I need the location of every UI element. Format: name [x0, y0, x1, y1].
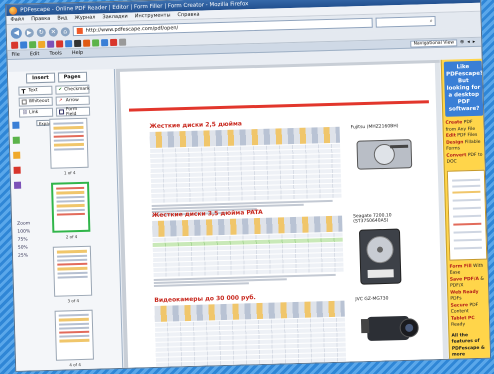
- menu-help[interactable]: Help: [72, 50, 84, 56]
- menu-item[interactable]: Закладки: [102, 14, 127, 21]
- view-select[interactable]: Navigational View: [410, 38, 458, 48]
- forward-icon[interactable]: ▶: [24, 27, 34, 37]
- bookmark-icon[interactable]: [101, 39, 109, 47]
- bookmark-icon[interactable]: [56, 40, 64, 48]
- menu-item[interactable]: Справка: [177, 12, 199, 19]
- menu-item[interactable]: Правка: [31, 16, 50, 23]
- menu-item[interactable]: Журнал: [74, 14, 95, 21]
- text-tool-icon: T: [21, 88, 26, 96]
- product-caption: Seagate 7200.10 (ST3750640AS): [353, 213, 392, 225]
- text-tool-button[interactable]: T Text: [18, 85, 53, 96]
- stop-icon[interactable]: ✕: [48, 27, 58, 37]
- spec-table: [149, 126, 342, 203]
- tool-label: Whiteout: [28, 98, 50, 105]
- menu-item[interactable]: Файл: [10, 16, 24, 22]
- menu-item[interactable]: Инструменты: [135, 12, 171, 19]
- try-it-now-button[interactable]: Try It Now!: [452, 362, 491, 372]
- tool-label: Form Field: [65, 106, 78, 117]
- ad-feature-list: Create PDF from Any File Edit PDF Files …: [445, 119, 483, 165]
- link-tool-button[interactable]: ⛓ Link: [18, 107, 54, 118]
- attachments-icon[interactable]: [12, 151, 20, 159]
- menu-tools[interactable]: Tools: [49, 50, 61, 56]
- pdf-viewer[interactable]: Жесткие диски 2,5 дюйма Fujitsu (MHZ2160…: [115, 59, 449, 372]
- site-favicon: [76, 27, 83, 35]
- whiteout-icon: [21, 99, 27, 105]
- bookmark-icon[interactable]: [38, 40, 46, 49]
- form-field-icon: [58, 109, 65, 115]
- whiteout-tool-button[interactable]: Whiteout: [18, 96, 53, 107]
- search-field[interactable]: ⌕: [375, 15, 436, 28]
- page-thumbnail[interactable]: [49, 117, 89, 169]
- page-thumbnail[interactable]: [52, 245, 93, 297]
- spec-table: [152, 215, 344, 277]
- bookmark-icon[interactable]: [74, 39, 82, 48]
- arrow-icon: ↗: [58, 98, 63, 104]
- spec-table: [154, 300, 347, 372]
- comments-icon[interactable]: [13, 166, 21, 174]
- bookmark-icon[interactable]: [29, 41, 37, 49]
- browser-window: PDFescape - Online PDF Reader | Editor |…: [5, 0, 492, 372]
- tool-label: Checkmark: [64, 86, 90, 93]
- thumbnail-label: 1 of 4: [63, 170, 76, 176]
- bookmark-icon[interactable]: [110, 38, 118, 47]
- bookmark-icon[interactable]: [47, 40, 55, 48]
- arrow-tool-button[interactable]: ↗ Arrow: [55, 95, 90, 106]
- bookmark-icon[interactable]: [20, 41, 28, 49]
- form-field-tool-button[interactable]: Form Field: [55, 106, 91, 117]
- camcorder-image: [360, 315, 419, 341]
- reload-icon[interactable]: ↻: [36, 27, 46, 37]
- tab-insert[interactable]: Insert: [25, 72, 55, 84]
- url-text: http://www.pdfescape.com/pdf/open/: [85, 25, 179, 34]
- bookmarks-icon[interactable]: [12, 136, 20, 144]
- bookmark-icon[interactable]: [92, 39, 100, 47]
- thumbnail-label: 4 of 4: [69, 362, 81, 368]
- layers-icon[interactable]: [13, 181, 21, 189]
- pages-icon[interactable]: [11, 121, 19, 129]
- firefox-icon: [9, 6, 18, 15]
- zoom-icon[interactable]: ⊕: [460, 39, 464, 45]
- checkmark-tool-button[interactable]: ✔ Checkmark: [55, 84, 90, 95]
- page-prev-icon[interactable]: ◂: [467, 39, 470, 45]
- page-thumbnails: 1 of 4 2 of 4 3 of 4 4 of 4: [49, 117, 94, 368]
- link-icon: ⛓: [21, 110, 28, 116]
- search-icon: ⌕: [429, 18, 433, 25]
- zoom-label: Zoom: [17, 221, 31, 227]
- zoom-list: Zoom 100% 75% 50% 25%: [17, 221, 31, 258]
- zoom-option[interactable]: 25%: [18, 253, 31, 258]
- bookmark-icon[interactable]: [65, 40, 73, 48]
- tool-label: Text: [28, 88, 38, 94]
- back-icon[interactable]: ◀: [10, 27, 22, 39]
- page-header-rule: [128, 100, 429, 112]
- bookmark-icon[interactable]: [11, 41, 19, 49]
- ad-headline: Like PDFescape? But looking for a deskto…: [443, 60, 484, 117]
- page-thumbnail[interactable]: [54, 309, 94, 361]
- page-thumbnail-selected[interactable]: [51, 181, 91, 233]
- ad-feature-list-2: Form Fill With Ease Save PDF/A & PDF/X W…: [449, 263, 484, 328]
- left-panel: Insert Pages T Text ✔ Checkmark Whiteout ↗…: [7, 68, 124, 372]
- ad-banner[interactable]: Like PDFescape? But looking for a deskto…: [440, 58, 492, 372]
- menu-item[interactable]: Вид: [57, 15, 67, 21]
- tool-label: Arrow: [65, 97, 79, 104]
- page-next-icon[interactable]: ▸: [473, 39, 476, 45]
- hard-drive-image: [356, 139, 413, 170]
- zoom-option[interactable]: 75%: [18, 237, 31, 242]
- checkmark-icon: ✔: [58, 87, 63, 93]
- menu-edit[interactable]: Edit: [30, 51, 40, 57]
- bookmark-icon[interactable]: [119, 38, 127, 46]
- zoom-option[interactable]: 50%: [18, 245, 31, 250]
- pdf-page[interactable]: Жесткие диски 2,5 дюйма Fujitsu (MHZ2160…: [119, 62, 449, 372]
- zoom-option[interactable]: 100%: [17, 229, 30, 234]
- hard-drive-image: [359, 228, 402, 285]
- tab-pages[interactable]: Pages: [57, 71, 87, 83]
- side-icon-strip: [9, 121, 23, 189]
- tool-label: Link: [28, 110, 39, 116]
- menu-file[interactable]: File: [11, 52, 20, 58]
- tool-grid: T Text ✔ Checkmark Whiteout ↗ Arrow ⛓ Link F…: [8, 81, 115, 118]
- ad-footer: All the features of PDFescape & more: [451, 332, 485, 358]
- thumbnail-label: 3 of 4: [67, 298, 80, 304]
- bookmark-icon[interactable]: [83, 39, 91, 47]
- ad-product-image: [446, 169, 488, 261]
- home-icon[interactable]: ⌂: [60, 26, 70, 36]
- thumbnail-label: 2 of 4: [65, 234, 78, 240]
